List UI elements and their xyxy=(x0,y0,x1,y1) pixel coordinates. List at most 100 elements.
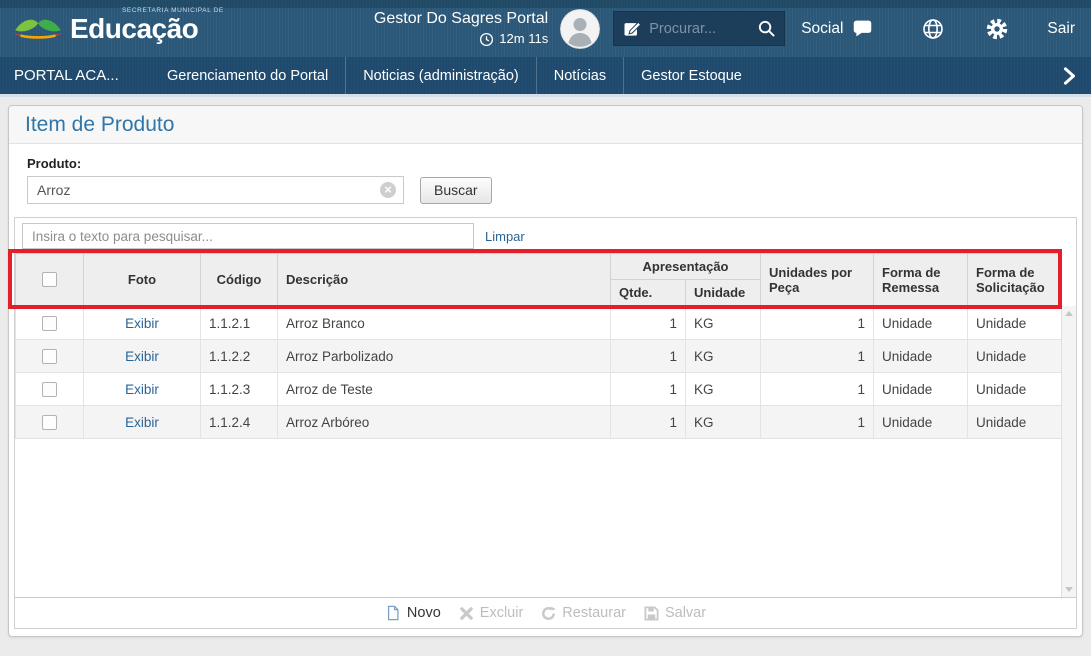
nav-item-gestor-estoque[interactable]: Gestor Estoque xyxy=(623,57,759,94)
limpar-link[interactable]: Limpar xyxy=(485,229,525,244)
cell-qtde: 1 xyxy=(611,307,686,340)
novo-button[interactable]: Novo xyxy=(385,605,441,621)
vertical-scrollbar[interactable] xyxy=(1061,306,1076,597)
chevron-right-icon xyxy=(1061,66,1077,86)
social-label: Social xyxy=(801,20,843,38)
cell-forma-solicitacao: Unidade xyxy=(968,373,1062,406)
globe-icon[interactable] xyxy=(921,17,945,41)
exibir-link[interactable]: Exibir xyxy=(125,415,159,430)
session-time: 12m 11s xyxy=(499,31,548,47)
scroll-down-arrow[interactable] xyxy=(1065,587,1073,592)
row-checkbox[interactable] xyxy=(42,415,57,430)
cell-codigo: 1.1.2.2 xyxy=(201,340,278,373)
header-search-box xyxy=(613,11,785,46)
column-header-apresentacao: Apresentação xyxy=(611,254,761,280)
item-de-produto-panel: Item de Produto Produto: Buscar Limpar xyxy=(8,105,1083,637)
gear-icon[interactable] xyxy=(985,17,1009,41)
cell-codigo: 1.1.2.1 xyxy=(201,307,278,340)
nav-item-portal-aca[interactable]: PORTAL ACA... xyxy=(0,57,150,94)
cell-forma-solicitacao: Unidade xyxy=(968,406,1062,439)
nav-expand-button[interactable] xyxy=(1047,57,1091,94)
logo-book-icon xyxy=(10,11,66,46)
logo-secretaria-text: SECRETARIA MUNICIPAL DE xyxy=(122,7,224,14)
nav-item-noticias[interactable]: Notícias xyxy=(536,57,623,94)
table-row[interactable]: Exibir 1.1.2.1 Arroz Branco 1 KG 1 Unida… xyxy=(16,307,1062,340)
cell-codigo: 1.1.2.4 xyxy=(201,406,278,439)
excluir-label: Excluir xyxy=(480,605,524,621)
cell-forma-solicitacao: Unidade xyxy=(968,340,1062,373)
social-link[interactable]: Social xyxy=(801,18,873,39)
cell-unidade: KG xyxy=(686,340,761,373)
table-row[interactable]: Exibir 1.1.2.2 Arroz Parbolizado 1 KG 1 … xyxy=(16,340,1062,373)
novo-label: Novo xyxy=(407,605,441,621)
compose-icon xyxy=(622,19,642,39)
table-row[interactable]: Exibir 1.1.2.4 Arroz Arbóreo 1 KG 1 Unid… xyxy=(16,406,1062,439)
grid-filter-input[interactable] xyxy=(22,223,474,249)
salvar-button[interactable]: Salvar xyxy=(644,605,706,621)
save-icon xyxy=(644,606,659,621)
column-header-forma-remessa: Forma de Remessa xyxy=(874,254,968,306)
cell-qtde: 1 xyxy=(611,373,686,406)
nav-bar: PORTAL ACA... Gerenciamento do Portal No… xyxy=(0,57,1091,97)
new-document-icon xyxy=(385,605,401,621)
exibir-link[interactable]: Exibir xyxy=(125,349,159,364)
row-checkbox[interactable] xyxy=(42,316,57,331)
cell-forma-remessa: Unidade xyxy=(874,340,968,373)
salvar-label: Salvar xyxy=(665,605,706,621)
cell-descricao: Arroz Branco xyxy=(278,307,611,340)
nav-item-noticias-administracao[interactable]: Noticias (administração) xyxy=(345,57,536,94)
column-header-foto: Foto xyxy=(84,254,201,306)
cell-forma-remessa: Unidade xyxy=(874,373,968,406)
product-items-grid: Limpar Foto Código Descrição xyxy=(14,217,1077,629)
cell-descricao: Arroz Parbolizado xyxy=(278,340,611,373)
cell-unidades-por-peca: 1 xyxy=(761,406,874,439)
cell-forma-remessa: Unidade xyxy=(874,406,968,439)
app-header: SECRETARIA MUNICIPAL DE Educação Gestor … xyxy=(0,0,1091,57)
clock-icon xyxy=(479,32,494,47)
row-checkbox[interactable] xyxy=(42,382,57,397)
nav-item-gerenciamento-do-portal[interactable]: Gerenciamento do Portal xyxy=(150,57,345,94)
clear-input-icon[interactable] xyxy=(380,182,396,198)
column-header-codigo: Código xyxy=(201,254,278,306)
grid-toolbar: Novo Excluir xyxy=(15,597,1076,628)
cell-unidades-por-peca: 1 xyxy=(761,307,874,340)
restaurar-button[interactable]: Restaurar xyxy=(541,605,626,621)
exibir-link[interactable]: Exibir xyxy=(125,316,159,331)
logout-link[interactable]: Sair xyxy=(1047,20,1075,38)
cell-forma-remessa: Unidade xyxy=(874,307,968,340)
table-row[interactable]: Exibir 1.1.2.3 Arroz de Teste 1 KG 1 Uni… xyxy=(16,373,1062,406)
cell-qtde: 1 xyxy=(611,406,686,439)
cell-unidade: KG xyxy=(686,307,761,340)
select-all-checkbox[interactable] xyxy=(42,272,57,287)
scroll-up-arrow[interactable] xyxy=(1065,311,1073,316)
cell-descricao: Arroz de Teste xyxy=(278,373,611,406)
app-logo: SECRETARIA MUNICIPAL DE Educação xyxy=(10,11,198,46)
page-title: Item de Produto xyxy=(9,106,1082,144)
restore-icon xyxy=(541,606,556,621)
grid-body-table: Exibir 1.1.2.1 Arroz Branco 1 KG 1 Unida… xyxy=(15,306,1062,439)
exibir-link[interactable]: Exibir xyxy=(125,382,159,397)
column-header-unidades-por-peca: Unidades por Peça xyxy=(761,254,874,306)
produto-label: Produto: xyxy=(27,156,1082,171)
column-header-descricao: Descrição xyxy=(278,254,611,306)
cell-unidades-por-peca: 1 xyxy=(761,340,874,373)
user-avatar[interactable] xyxy=(560,9,600,49)
buscar-button[interactable]: Buscar xyxy=(420,177,492,204)
cell-descricao: Arroz Arbóreo xyxy=(278,406,611,439)
logo-title: Educação xyxy=(70,13,198,44)
produto-input[interactable] xyxy=(27,176,404,204)
page-background: Item de Produto Produto: Buscar Limpar xyxy=(0,97,1091,637)
cell-unidades-por-peca: 1 xyxy=(761,373,874,406)
cell-codigo: 1.1.2.3 xyxy=(201,373,278,406)
restaurar-label: Restaurar xyxy=(562,605,626,621)
column-header-qtde: Qtde. xyxy=(611,280,686,306)
search-icon[interactable] xyxy=(757,19,776,38)
user-info: Gestor Do Sagres Portal 12m 11s xyxy=(374,9,548,47)
excluir-button[interactable]: Excluir xyxy=(459,605,524,621)
cell-unidade: KG xyxy=(686,406,761,439)
cell-unidade: KG xyxy=(686,373,761,406)
cell-forma-solicitacao: Unidade xyxy=(968,307,1062,340)
row-checkbox[interactable] xyxy=(42,349,57,364)
delete-x-icon xyxy=(459,606,474,621)
header-search-input[interactable] xyxy=(649,21,741,37)
